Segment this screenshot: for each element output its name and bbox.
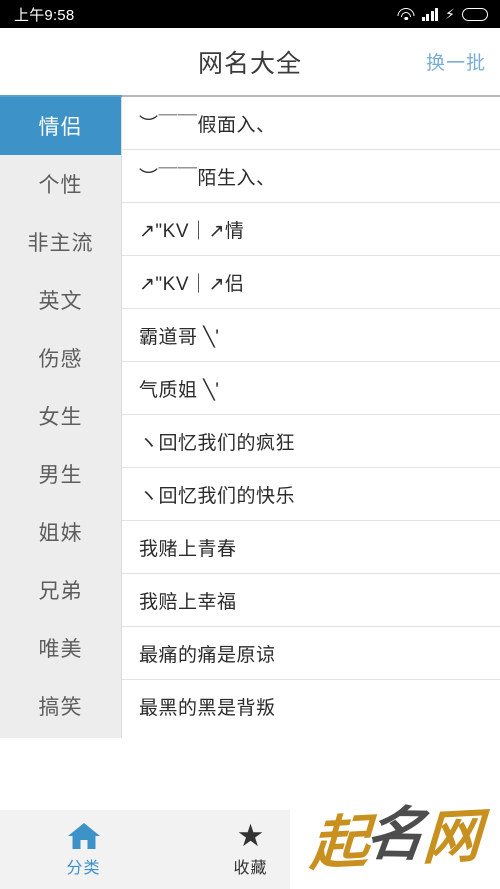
sidebar-item-0[interactable]: 情侣 [0, 97, 121, 155]
status-bar: 上午9:58 ⚡ [0, 0, 500, 28]
list-item[interactable]: ︶￣￣假面入、 [122, 97, 500, 150]
list-item-text: ︶￣￣假面入、 [139, 114, 276, 136]
tab-categories-label: 分类 [66, 860, 101, 877]
signal-icon [421, 7, 439, 21]
tab-favorites-label: 收藏 [233, 860, 268, 877]
list-item[interactable]: ↗"KV｜↗侣 [122, 256, 500, 309]
list-item-text: ︶￣￣陌生入、 [139, 167, 276, 189]
content-area: 情侣个性非主流英文伤感女生男生姐妹兄弟唯美搞笑 ︶￣￣假面入、 ︶￣￣陌生入、 ↗"… [0, 97, 500, 794]
sidebar-item-8[interactable]: 兄弟 [0, 561, 121, 619]
list-item-text: ヽ回忆我们的疯狂 [139, 432, 296, 454]
sidebar-item-label: 唯美 [38, 638, 83, 661]
sidebar-item-label: 男生 [38, 464, 83, 487]
list-item[interactable]: 霸道哥 ╲' [122, 309, 500, 362]
list-item-text: 霸道哥 ╲' [139, 326, 220, 348]
tab-favorites[interactable]: ★ 收藏 [167, 810, 334, 889]
list-item-text: 最痛的痛是原谅 [139, 644, 276, 666]
sidebar-item-label: 个性 [38, 174, 83, 197]
sidebar-item-label: 情侣 [38, 116, 83, 139]
sidebar-item-6[interactable]: 男生 [0, 445, 121, 503]
sidebar-item-7[interactable]: 姐妹 [0, 503, 121, 561]
status-bar-icons: ⚡ [397, 6, 488, 22]
list-item[interactable]: 最黑的黑是背叛 [122, 680, 500, 733]
list-item-text: 我赌上青春 [139, 538, 237, 560]
list-item[interactable]: ヽ回忆我们的疯狂 [122, 415, 500, 468]
sidebar-item-label: 非主流 [27, 232, 94, 255]
sidebar-item-label: 伤感 [38, 348, 83, 371]
app-root: 上午9:58 ⚡ 网名大全 换一批 情侣个性非主流英文伤感女生男生姐妹兄弟唯美搞… [0, 0, 500, 889]
list-item[interactable]: 我赌上青春 [122, 521, 500, 574]
sidebar-item-1[interactable]: 个性 [0, 155, 121, 213]
list-item[interactable]: 气质姐 ╲' [122, 362, 500, 415]
sidebar-item-label: 兄弟 [38, 580, 83, 603]
battery-icon [462, 7, 488, 21]
list-item-text: 最黑的黑是背叛 [139, 698, 276, 719]
app-header: 网名大全 换一批 [0, 28, 500, 95]
sidebar-item-label: 搞笑 [38, 696, 83, 719]
list-item[interactable]: ︶￣￣陌生入、 [122, 150, 500, 203]
list-item-text: 我赔上幸福 [139, 591, 237, 613]
status-bar-clock: 上午9:58 [14, 6, 75, 24]
list-item-text: 气质姐 ╲' [139, 379, 220, 401]
sidebar-item-label: 姐妹 [38, 522, 83, 545]
sidebar-item-3[interactable]: 英文 [0, 271, 121, 329]
star-icon: ★ [236, 818, 265, 853]
sidebar-item-label: 女生 [38, 406, 83, 429]
category-sidebar[interactable]: 情侣个性非主流英文伤感女生男生姐妹兄弟唯美搞笑 [0, 97, 122, 738]
sidebar-item-9[interactable]: 唯美 [0, 619, 121, 677]
list-item-text: ↗"KV｜↗情 [139, 220, 245, 242]
home-icon [67, 821, 101, 851]
charging-bolt-icon: ⚡ [445, 6, 455, 22]
refresh-batch-button[interactable]: 换一批 [426, 48, 486, 75]
sidebar-item-4[interactable]: 伤感 [0, 329, 121, 387]
list-item-text: ↗"KV｜↗侣 [139, 273, 245, 295]
sidebar-item-5[interactable]: 女生 [0, 387, 121, 445]
list-item[interactable]: ↗"KV｜↗情 [122, 203, 500, 256]
tab-categories[interactable]: 分类 [0, 810, 167, 889]
list-item[interactable]: 最痛的痛是原谅 [122, 627, 500, 680]
sidebar-item-label: 英文 [38, 290, 83, 313]
list-item-text: ヽ回忆我们的快乐 [139, 485, 296, 507]
sidebar-item-2[interactable]: 非主流 [0, 213, 121, 271]
list-item[interactable]: ヽ回忆我们的快乐 [122, 468, 500, 521]
name-list[interactable]: ︶￣￣假面入、 ︶￣￣陌生入、 ↗"KV｜↗情 ↗"KV｜↗侣 霸道哥 ╲' 气质姐 ╲'… [122, 97, 500, 794]
sidebar-item-10[interactable]: 搞笑 [0, 677, 121, 735]
bottom-tab-bar: 分类 ★ 收藏 [0, 810, 500, 889]
wifi-icon [397, 7, 415, 21]
list-item[interactable]: 我赔上幸福 [122, 574, 500, 627]
